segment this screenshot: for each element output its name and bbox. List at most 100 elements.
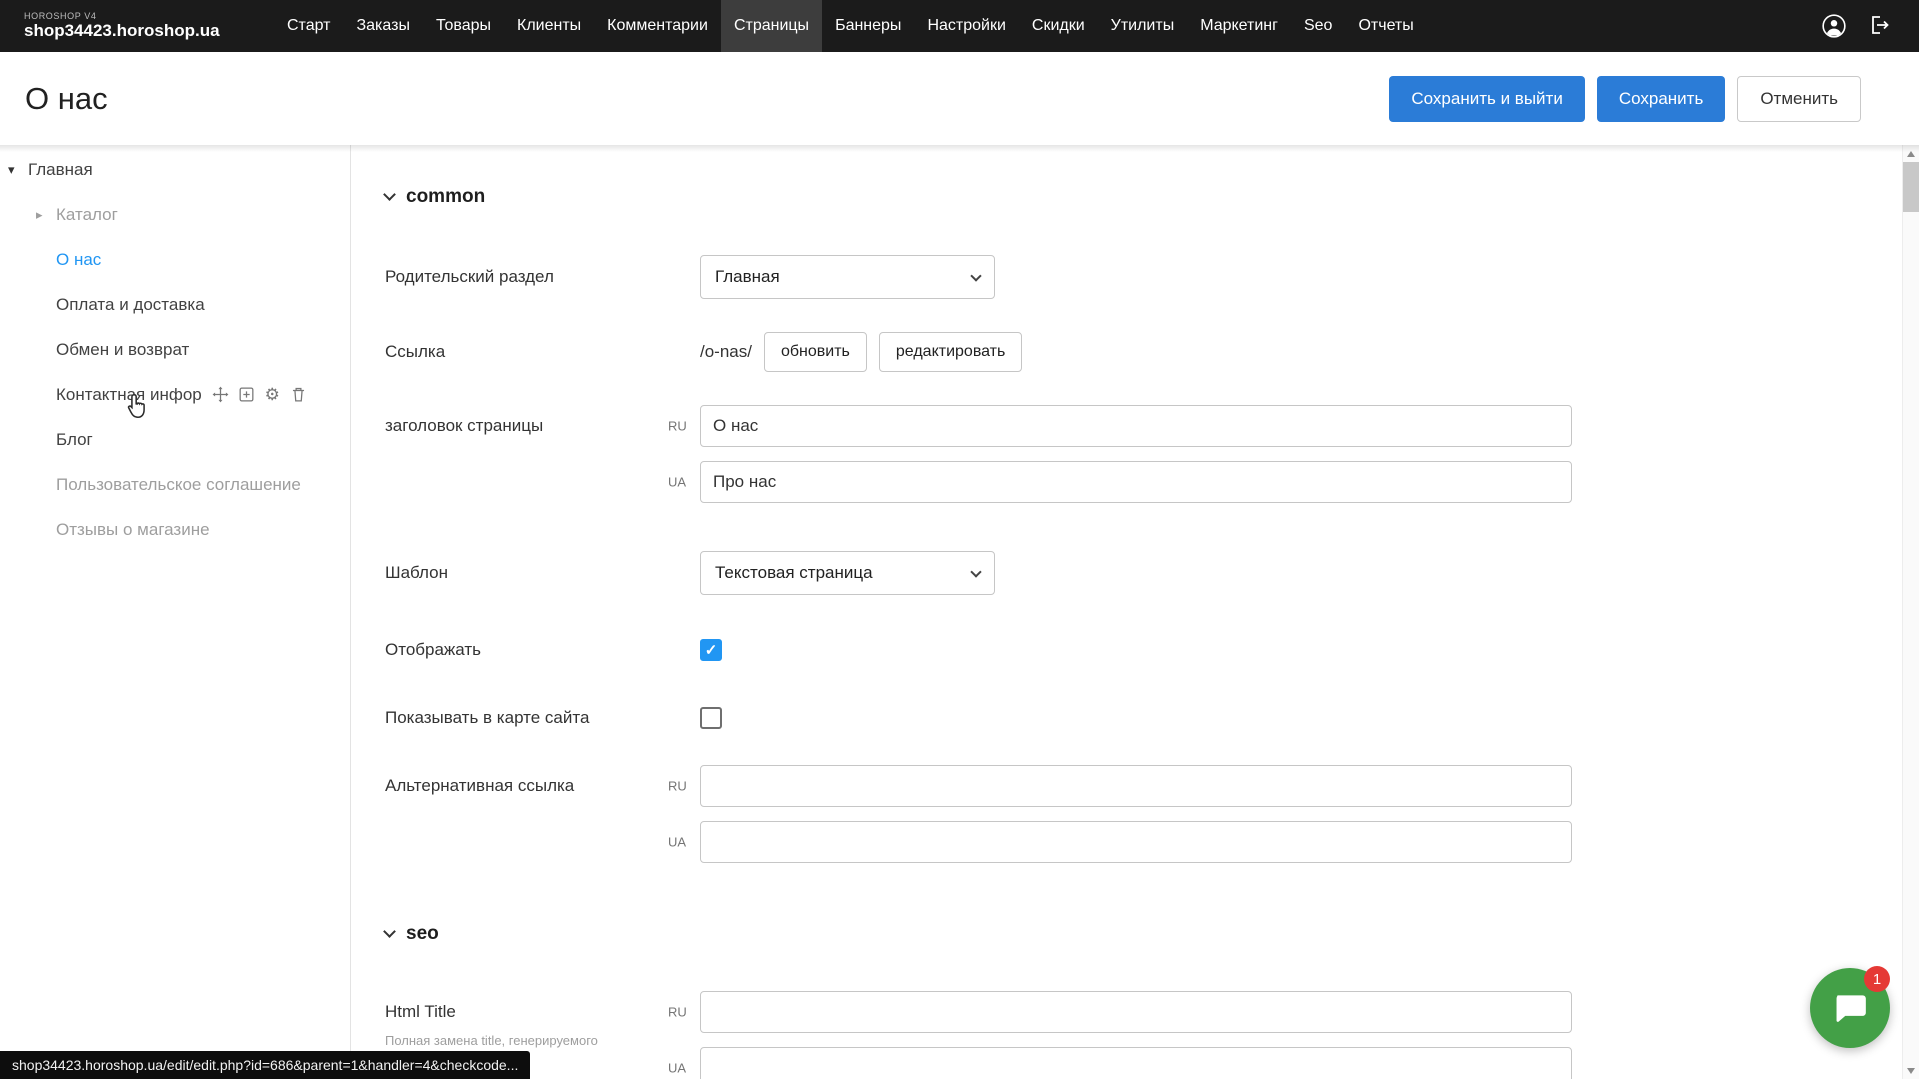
cancel-button[interactable]: Отменить xyxy=(1737,76,1861,122)
site-logo[interactable]: HOROSHOP V4 shop34423.horoshop.ua xyxy=(24,12,274,41)
parent-section-select[interactable]: Главная xyxy=(700,255,995,299)
page-title-ua-input[interactable] xyxy=(700,461,1572,503)
chevron-down-icon xyxy=(970,566,981,577)
refresh-link-button[interactable]: обновить xyxy=(764,332,867,372)
chevron-right-icon[interactable]: ▸ xyxy=(36,207,56,223)
sidebar-item-label: Блог xyxy=(56,430,93,450)
sidebar-item-about[interactable]: О нас xyxy=(0,237,350,282)
sidebar-item-label: Контактная инфор xyxy=(56,385,202,405)
scroll-down-arrow[interactable] xyxy=(1903,1062,1919,1079)
topnav-item-utilities[interactable]: Утилиты xyxy=(1098,0,1188,52)
lang-ua-badge: UA xyxy=(668,475,686,490)
sidebar-item-user-agreement[interactable]: Пользовательское соглашение xyxy=(0,462,350,507)
section-common[interactable]: common xyxy=(385,185,1902,209)
topnav-item-seo[interactable]: Seo xyxy=(1291,0,1345,52)
chat-bubble-icon xyxy=(1831,989,1869,1027)
page-title: О нас xyxy=(25,81,108,117)
chat-widget-button[interactable]: 1 xyxy=(1810,968,1890,1048)
status-url-tooltip: shop34423.horoshop.ua/edit/edit.php?id=6… xyxy=(0,1051,530,1079)
template-select[interactable]: Текстовая страница xyxy=(700,551,995,595)
sidebar-item-exchange-return[interactable]: Обмен и возврат xyxy=(0,327,350,372)
alt-link-ru-input[interactable] xyxy=(700,765,1572,807)
chat-unread-badge: 1 xyxy=(1864,966,1890,992)
field-page-title: заголовок страницы RU UA xyxy=(385,405,1902,503)
sidebar-item-label: О нас xyxy=(56,250,101,270)
sidebar-item-contact-info[interactable]: Контактная инфор ⚙ xyxy=(0,372,350,417)
topbar: HOROSHOP V4 shop34423.horoshop.ua Старт … xyxy=(0,0,1919,52)
link-controls: /o-nas/ обновить редактировать xyxy=(700,332,1022,372)
sidebar-item-label: Пользовательское соглашение xyxy=(56,475,301,495)
logout-icon[interactable] xyxy=(1867,13,1893,39)
topnav-item-clients[interactable]: Клиенты xyxy=(504,0,594,52)
display-checkbox[interactable]: ✓ xyxy=(700,639,722,661)
sidebar-item-label: Оплата и доставка xyxy=(56,295,205,315)
sidebar-item-home[interactable]: ▾ Главная xyxy=(0,147,350,192)
save-and-exit-button[interactable]: Сохранить и выйти xyxy=(1389,76,1584,122)
tree-row-actions: ⚙ xyxy=(211,385,308,404)
field-template: Шаблон Текстовая страница xyxy=(385,551,1902,595)
topnav-item-reports[interactable]: Отчеты xyxy=(1345,0,1426,52)
move-icon[interactable] xyxy=(211,385,230,404)
sidebar-item-blog[interactable]: Блог xyxy=(0,417,350,462)
edit-link-button[interactable]: редактировать xyxy=(879,332,1022,372)
topnav-item-discounts[interactable]: Скидки xyxy=(1019,0,1098,52)
topnav-item-orders[interactable]: Заказы xyxy=(343,0,422,52)
lang-ua-badge: UA xyxy=(668,1061,686,1076)
topnav-item-pages[interactable]: Страницы xyxy=(721,0,822,52)
add-page-icon[interactable] xyxy=(237,385,256,404)
topbar-right xyxy=(1821,13,1893,39)
html-title-ru-input[interactable] xyxy=(700,991,1572,1033)
field-label: Отображать xyxy=(385,640,700,660)
chevron-down-icon xyxy=(383,925,396,938)
chevron-down-icon xyxy=(383,188,396,201)
field-label: Ссылка xyxy=(385,342,700,362)
topnav-item-settings[interactable]: Настройки xyxy=(914,0,1018,52)
page-title-ru-input[interactable] xyxy=(700,405,1572,447)
html-title-ua-input[interactable] xyxy=(700,1047,1572,1079)
page-header: О нас Сохранить и выйти Сохранить Отмени… xyxy=(0,52,1919,145)
scrollbar[interactable] xyxy=(1902,145,1919,1079)
section-seo[interactable]: seo xyxy=(385,922,1902,946)
sidebar-item-catalog[interactable]: ▸ Каталог xyxy=(0,192,350,237)
sidebar-item-payment-delivery[interactable]: Оплата и доставка xyxy=(0,282,350,327)
topnav-item-comments[interactable]: Комментарии xyxy=(594,0,721,52)
field-label: заголовок страницы xyxy=(385,405,700,447)
topnav-item-products[interactable]: Товары xyxy=(423,0,504,52)
field-label: Шаблон xyxy=(385,563,700,583)
scrollbar-thumb[interactable] xyxy=(1903,162,1919,212)
lang-ru-badge: RU xyxy=(668,779,687,794)
field-link: Ссылка /o-nas/ обновить редактировать xyxy=(385,332,1902,372)
field-sitemap: Показывать в карте сайта xyxy=(385,707,1902,729)
link-path: /o-nas/ xyxy=(700,342,752,362)
user-icon[interactable] xyxy=(1821,13,1847,39)
lang-ua-badge: UA xyxy=(668,835,686,850)
alt-link-ua-input[interactable] xyxy=(700,821,1572,863)
field-alt-link: Альтернативная ссылка RU UA xyxy=(385,765,1902,863)
select-value: Текстовая страница xyxy=(715,563,873,583)
sitemap-checkbox[interactable] xyxy=(700,707,722,729)
chevron-down-icon[interactable]: ▾ xyxy=(8,162,28,178)
pages-tree-sidebar: ▾ Главная ▸ Каталог О нас Оплата и доста… xyxy=(0,145,351,1079)
section-title: common xyxy=(406,186,485,208)
lang-ru-badge: RU xyxy=(668,1005,687,1020)
sidebar-item-store-reviews[interactable]: Отзывы о магазине xyxy=(0,507,350,552)
sidebar-item-label: Отзывы о магазине xyxy=(56,520,210,540)
scroll-up-arrow[interactable] xyxy=(1903,145,1919,162)
sidebar-item-label: Каталог xyxy=(56,205,118,225)
sidebar-item-label: Обмен и возврат xyxy=(56,340,189,360)
field-label: Показывать в карте сайта xyxy=(385,708,700,728)
gear-icon[interactable]: ⚙ xyxy=(263,385,282,404)
page-edit-form: common Родительский раздел Главная Ссылк… xyxy=(351,145,1902,1079)
header-buttons: Сохранить и выйти Сохранить Отменить xyxy=(1389,76,1861,122)
save-button[interactable]: Сохранить xyxy=(1597,76,1725,122)
topnav-item-start[interactable]: Старт xyxy=(274,0,343,52)
topnav-item-banners[interactable]: Баннеры xyxy=(822,0,914,52)
field-label: Альтернативная ссылка xyxy=(385,765,700,807)
checkmark-icon: ✓ xyxy=(705,643,718,658)
field-label: Родительский раздел xyxy=(385,267,700,287)
trash-icon[interactable] xyxy=(289,385,308,404)
chevron-down-icon xyxy=(970,270,981,281)
field-html-title: Html Title Полная замена title, генериру… xyxy=(385,991,1902,1079)
top-navigation: Старт Заказы Товары Клиенты Комментарии … xyxy=(274,0,1427,52)
topnav-item-marketing[interactable]: Маркетинг xyxy=(1187,0,1291,52)
